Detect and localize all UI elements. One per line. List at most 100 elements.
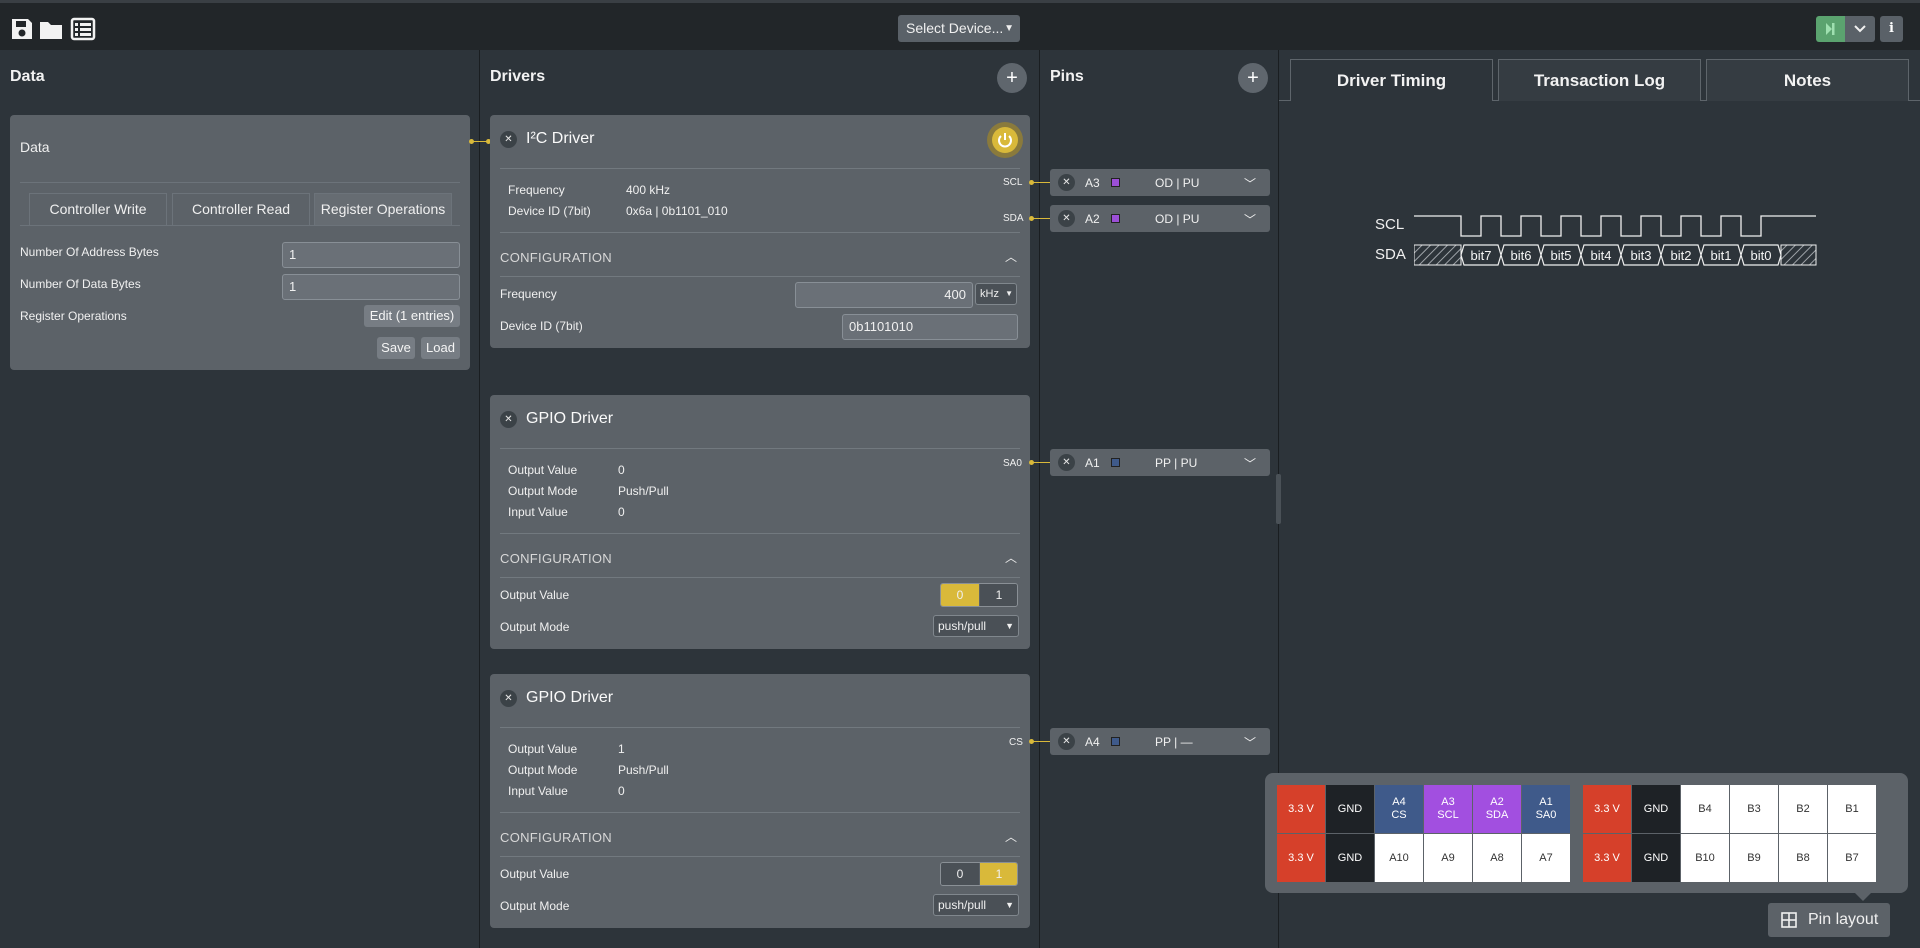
sda-bit-label: bit7	[1471, 248, 1492, 263]
pin-cell-a1-sa0[interactable]: A1 SA0	[1522, 785, 1570, 833]
output-mode-select[interactable]: push/pull ▼	[933, 894, 1019, 916]
close-icon[interactable]: ✕	[1058, 210, 1075, 227]
pin-cell-a3-scl[interactable]: A3 SCL	[1424, 785, 1472, 833]
pin-cell-a9[interactable]: A9	[1424, 834, 1472, 882]
tab-controller-read[interactable]: Controller Read	[172, 193, 310, 225]
pin-row[interactable]: ✕ A3 OD | PU ﹀	[1050, 169, 1270, 196]
folder-icon[interactable]	[38, 16, 64, 42]
close-icon[interactable]: ✕	[500, 690, 517, 707]
pin-name: A4	[1085, 735, 1100, 749]
pin-cell-a8[interactable]: A8	[1473, 834, 1521, 882]
close-icon[interactable]: ✕	[500, 411, 517, 428]
pin-cell-label: A10	[1389, 851, 1409, 864]
pin-layout-button[interactable]: Pin layout	[1768, 903, 1890, 937]
chevron-down-icon: ▼	[1004, 23, 1014, 34]
close-icon[interactable]: ✕	[1058, 733, 1075, 750]
chevron-down-icon: ▼	[1005, 621, 1014, 631]
sda-bit-label: bit1	[1711, 248, 1732, 263]
device-select[interactable]: Select Device... ▼	[898, 15, 1020, 42]
list-icon[interactable]	[70, 16, 96, 42]
chevron-up-icon[interactable]: ︿	[1005, 248, 1017, 265]
output-value-toggle[interactable]: 0 1	[940, 583, 1018, 607]
close-icon[interactable]: ✕	[500, 131, 517, 148]
add-pin-button[interactable]: +	[1238, 63, 1268, 93]
chevron-up-icon[interactable]: ︿	[1005, 828, 1017, 845]
pin-row[interactable]: ✕ A4 PP | — ﹀	[1050, 728, 1270, 755]
pin-cell-3-3-v[interactable]: 3.3 V	[1277, 785, 1325, 833]
chevron-up-icon[interactable]: ︿	[1005, 549, 1017, 566]
gpio-driver-title: GPIO Driver	[526, 410, 614, 427]
output-value-label: Output Value	[508, 463, 578, 477]
configuration-header[interactable]: CONFIGURATION	[500, 250, 612, 265]
pin-cell-a10[interactable]: A10	[1375, 834, 1423, 882]
pin-cell-gnd[interactable]: GND	[1632, 785, 1680, 833]
pin-cell-b2[interactable]: B2	[1779, 785, 1827, 833]
pin-cell-3-3-v[interactable]: 3.3 V	[1583, 834, 1631, 882]
tab-transaction-log[interactable]: Transaction Log	[1498, 59, 1701, 101]
divider	[20, 182, 460, 183]
pin-cell-gnd[interactable]: GND	[1326, 834, 1374, 882]
tab-controller-write[interactable]: Controller Write	[29, 193, 167, 225]
config-device-id-input[interactable]: 0b1101010	[842, 314, 1018, 340]
resize-handle[interactable]	[1276, 474, 1281, 524]
pin-cell-signal: SDA	[1485, 809, 1509, 821]
run-options-dropdown[interactable]	[1845, 16, 1875, 42]
divider	[500, 533, 1020, 534]
load-button[interactable]: Load	[421, 337, 460, 359]
frequency-unit-value: kHz	[980, 288, 999, 300]
tab-driver-timing[interactable]: Driver Timing	[1290, 59, 1493, 101]
pin-cell-b8[interactable]: B8	[1779, 834, 1827, 882]
toggle-option-0[interactable]: 0	[941, 584, 979, 606]
pin-cell-a7[interactable]: A7	[1522, 834, 1570, 882]
edit-entries-button[interactable]: Edit (1 entries)	[364, 305, 460, 327]
pin-cell-b3[interactable]: B3	[1730, 785, 1778, 833]
chevron-down-icon[interactable]: ﹀	[1244, 455, 1256, 472]
frequency-unit-select[interactable]: kHz ▼	[975, 283, 1017, 305]
pin-cell-signal: SCL	[1437, 809, 1459, 821]
signal-label: SDA	[1003, 213, 1024, 224]
run-button[interactable]	[1816, 16, 1845, 42]
pin-cell-gnd[interactable]: GND	[1326, 785, 1374, 833]
pin-cell-b10[interactable]: B10	[1681, 834, 1729, 882]
pin-row[interactable]: ✕ A1 PP | PU ﹀	[1050, 449, 1270, 476]
pin-cell-b1[interactable]: B1	[1828, 785, 1876, 833]
toggle-option-1[interactable]: 1	[980, 584, 1017, 606]
save-button[interactable]: Save	[377, 337, 415, 359]
pin-layout-label: Pin layout	[1808, 911, 1879, 928]
pin-cell-b4[interactable]: B4	[1681, 785, 1729, 833]
pin-cell-gnd[interactable]: GND	[1632, 834, 1680, 882]
close-icon[interactable]: ✕	[1058, 454, 1075, 471]
save-icon[interactable]	[9, 16, 35, 42]
info-button[interactable]: i	[1880, 16, 1903, 42]
power-button[interactable]	[987, 122, 1023, 158]
config-frequency-input[interactable]: 400	[795, 282, 973, 308]
scl-waveform	[1414, 215, 1816, 237]
address-bytes-input[interactable]: 1	[282, 242, 460, 268]
pin-cell-b7[interactable]: B7	[1828, 834, 1876, 882]
pin-cell-3-3-v[interactable]: 3.3 V	[1277, 834, 1325, 882]
chevron-down-icon[interactable]: ﹀	[1244, 734, 1256, 751]
pin-cell-3-3-v[interactable]: 3.3 V	[1583, 785, 1631, 833]
add-driver-button[interactable]: +	[997, 63, 1027, 93]
close-icon[interactable]: ✕	[1058, 174, 1075, 191]
pin-cell-b9[interactable]: B9	[1730, 834, 1778, 882]
sda-bit-label: bit2	[1671, 248, 1692, 263]
configuration-header[interactable]: CONFIGURATION	[500, 551, 612, 566]
signal-label: CS	[1009, 737, 1023, 748]
output-mode-select[interactable]: push/pull ▼	[933, 615, 1019, 637]
tab-notes[interactable]: Notes	[1706, 59, 1909, 101]
data-bytes-input[interactable]: 1	[282, 274, 460, 300]
pin-cell-a2-sda[interactable]: A2 SDA	[1473, 785, 1521, 833]
pin-mode: PP | PU	[1155, 456, 1198, 470]
plus-icon: +	[1247, 67, 1259, 89]
pin-cell-a4-cs[interactable]: A4 CS	[1375, 785, 1423, 833]
pin-mode: OD | PU	[1155, 176, 1200, 190]
tab-register-operations[interactable]: Register Operations	[314, 193, 452, 225]
toggle-option-1[interactable]: 1	[980, 863, 1017, 885]
toggle-option-0[interactable]: 0	[941, 863, 979, 885]
output-value-toggle[interactable]: 0 1	[940, 862, 1018, 886]
chevron-down-icon[interactable]: ﹀	[1244, 211, 1256, 228]
pin-row[interactable]: ✕ A2 OD | PU ﹀	[1050, 205, 1270, 232]
configuration-header[interactable]: CONFIGURATION	[500, 830, 612, 845]
chevron-down-icon[interactable]: ﹀	[1244, 175, 1256, 192]
